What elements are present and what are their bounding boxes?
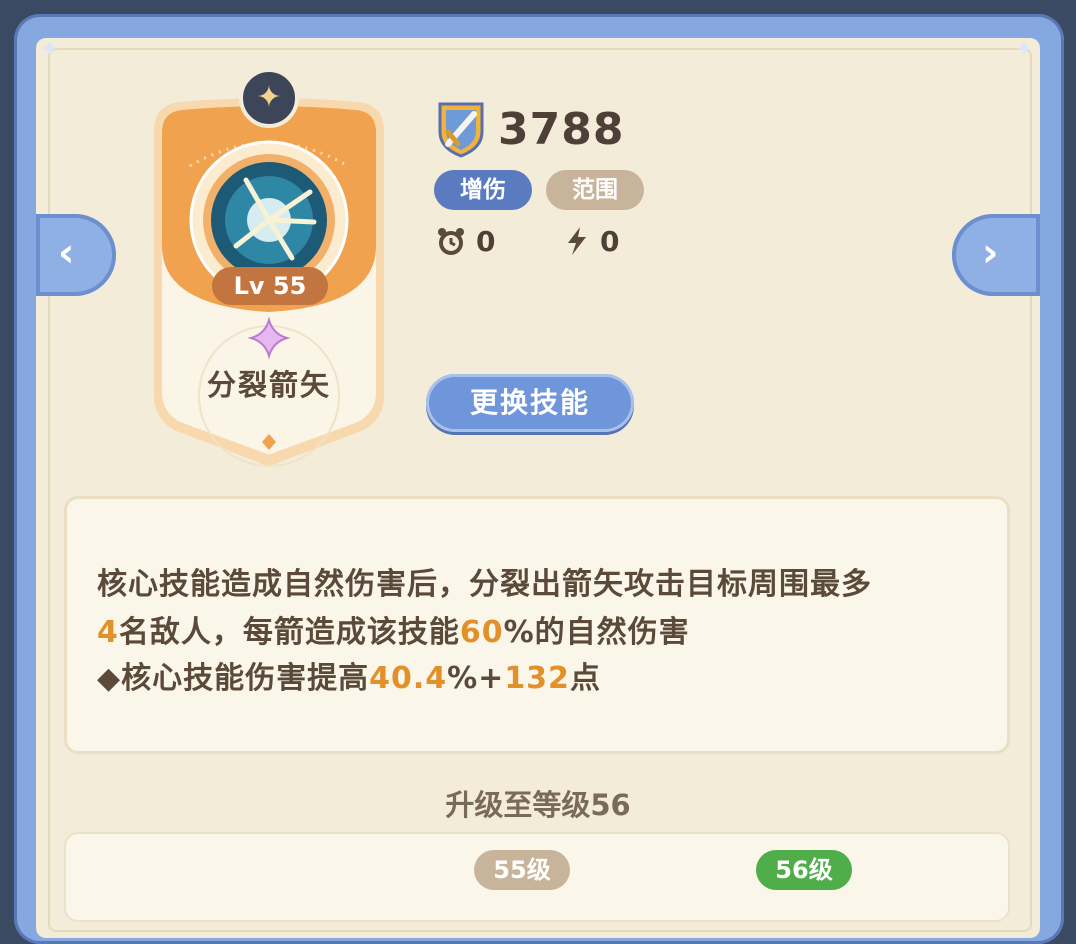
skill-level-badge: Lv 55 xyxy=(212,267,328,305)
prev-skill-button[interactable]: ‹ xyxy=(36,214,116,296)
description-line-1: 核心技能造成自然伤害后，分裂出箭矢攻击目标周围最多 xyxy=(97,567,872,602)
energy-value: 0 xyxy=(600,224,620,258)
bonus-percent: 40.4 xyxy=(369,661,448,696)
description-text: 点 xyxy=(569,661,601,696)
chevron-right-icon: › xyxy=(982,230,999,276)
description-text: %+ xyxy=(447,661,505,696)
current-level-badge: 55级 xyxy=(474,850,570,890)
damage-percent: 60 xyxy=(459,615,504,650)
description-text: 名敌人，每箭造成该技能 xyxy=(118,615,460,650)
corner-star-icon: ✦ xyxy=(40,37,60,62)
next-skill-button[interactable]: › xyxy=(952,214,1040,296)
cooldown-stat: 0 xyxy=(436,224,495,258)
skill-card: ✦ Lv 55 分裂箭矢 xyxy=(150,68,388,468)
swap-skill-button[interactable]: 更换技能 xyxy=(426,374,634,432)
skill-name: 分裂箭矢 xyxy=(206,368,331,402)
cooldown-value: 0 xyxy=(476,224,496,258)
compass-star-icon: ✦ xyxy=(239,68,299,128)
combat-power-value: 3788 xyxy=(498,104,625,155)
bonus-flat: 132 xyxy=(504,661,570,696)
lightning-icon xyxy=(568,227,586,255)
description-text: %的自然伤害 xyxy=(503,615,690,650)
target-count: 4 xyxy=(97,615,119,650)
chevron-left-icon: ‹ xyxy=(58,230,75,276)
next-level-badge: 56级 xyxy=(756,850,852,890)
upgrade-title: 升级至等级56 xyxy=(445,788,631,822)
description-text: ◆核心技能伤害提高 xyxy=(97,661,370,696)
tag-damage-boost: 增伤 xyxy=(434,170,532,210)
tag-area: 范围 xyxy=(546,170,644,210)
description-line-2: 4名敌人，每箭造成该技能60%的自然伤害 xyxy=(97,607,690,651)
corner-star-icon: ✦ xyxy=(1014,37,1034,62)
energy-stat: 0 xyxy=(564,224,619,258)
alarm-clock-icon xyxy=(438,228,464,255)
description-line-3: ◆核心技能伤害提高40.4%+132点 xyxy=(97,653,601,697)
skill-description-box: 核心技能造成自然伤害后，分裂出箭矢攻击目标周围最多 4名敌人，每箭造成该技能60… xyxy=(64,496,1010,754)
sword-shield-icon xyxy=(434,100,488,158)
